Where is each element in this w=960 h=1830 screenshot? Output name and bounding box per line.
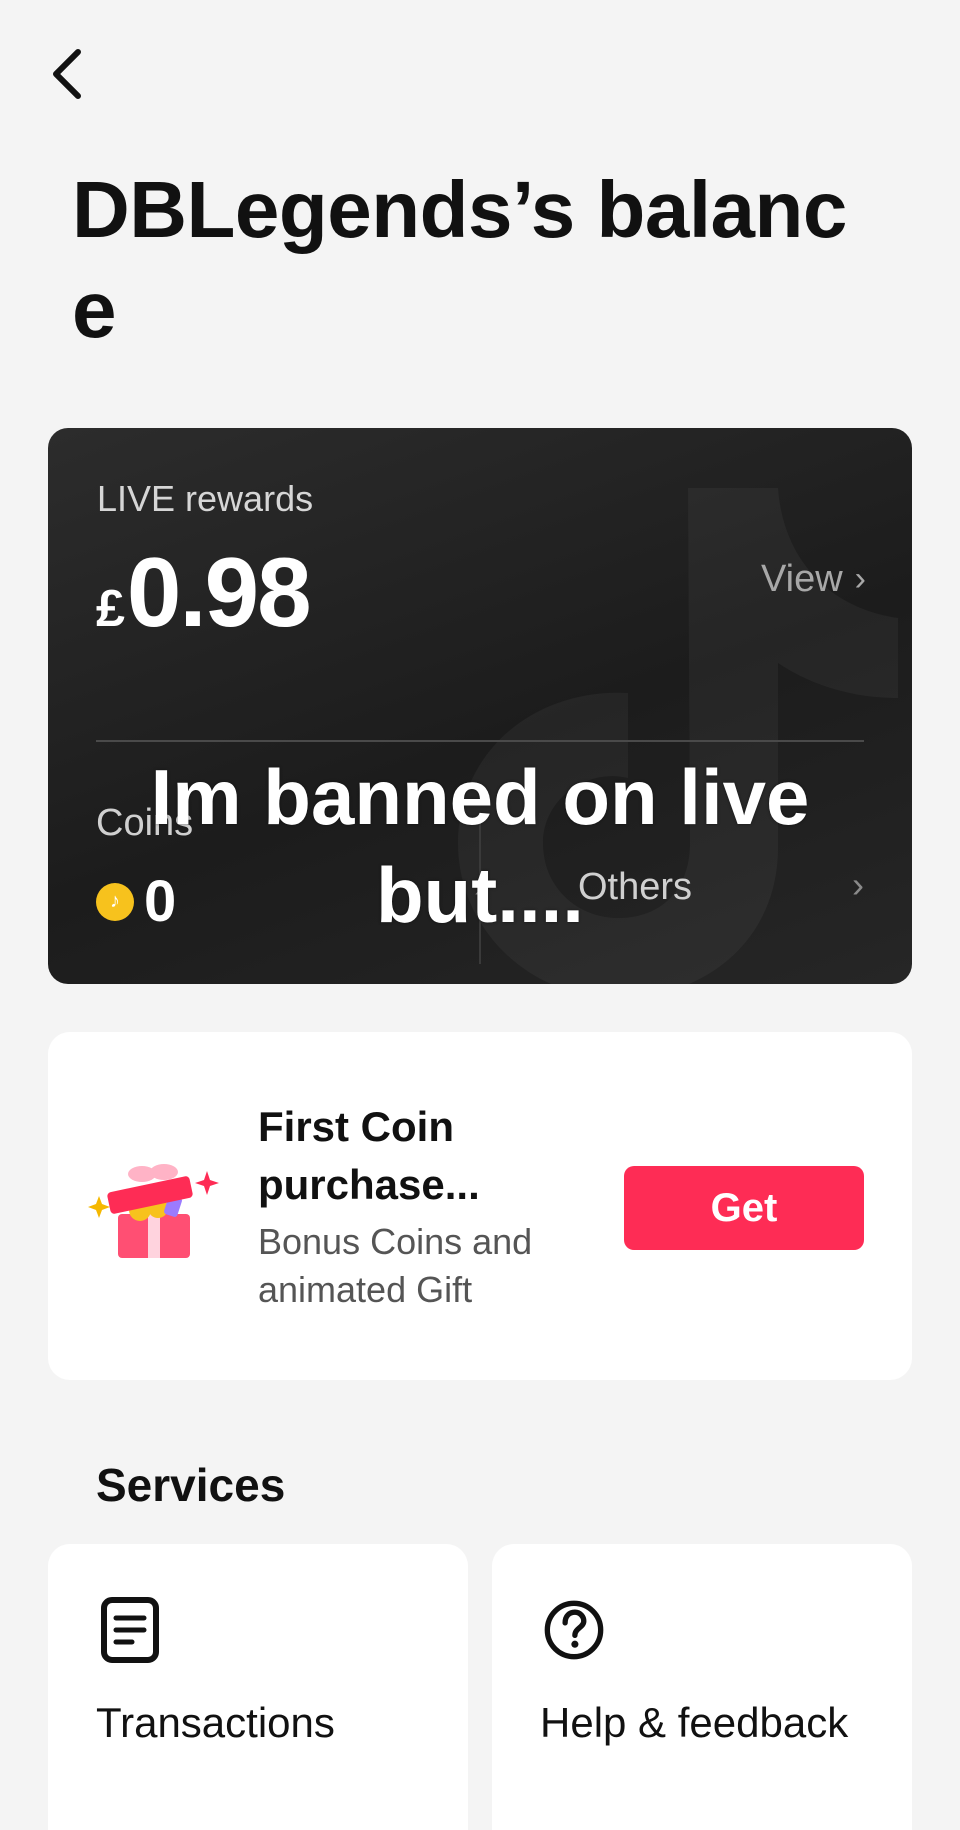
overlay-caption: Im banned on live but....: [150, 753, 810, 939]
currency-symbol: £: [96, 580, 125, 638]
service-label-help-feedback: Help & feedback: [540, 1699, 849, 1746]
question-circle-icon: [544, 1600, 604, 1660]
view-rewards-link[interactable]: View ›: [761, 558, 866, 601]
gift-box-icon: [88, 1164, 219, 1258]
view-label: View: [760, 558, 843, 600]
chevron-left-icon: [53, 49, 81, 99]
first-purchase-promo-card[interactable]: First Coin purchase... Bonus Coins and a…: [48, 1032, 912, 1380]
rewards-amount: £ 0.98: [96, 536, 312, 649]
promo-subtitle: Bonus Coins and animated Gift: [258, 1221, 533, 1310]
rewards-amount-value: 0.98: [126, 537, 312, 647]
document-icon: [101, 1597, 159, 1663]
card-divider: [96, 740, 864, 742]
promo-title: First Coin purchase...: [258, 1103, 480, 1208]
get-button[interactable]: Get: [624, 1166, 864, 1250]
service-card-transactions[interactable]: Transactions: [48, 1544, 468, 1830]
page-title: DBLegends’s balance: [72, 165, 847, 354]
chevron-right-icon: ›: [854, 560, 866, 598]
service-card-help-feedback[interactable]: Help & feedback: [492, 1544, 912, 1830]
service-label-transactions: Transactions: [96, 1699, 335, 1746]
services-heading: Services: [96, 1459, 286, 1511]
balance-page: DBLegends’s balance LIVE rewards £ 0.98 …: [0, 0, 960, 1830]
back-button[interactable]: [38, 38, 94, 110]
live-rewards-label: LIVE rewards: [97, 478, 314, 519]
